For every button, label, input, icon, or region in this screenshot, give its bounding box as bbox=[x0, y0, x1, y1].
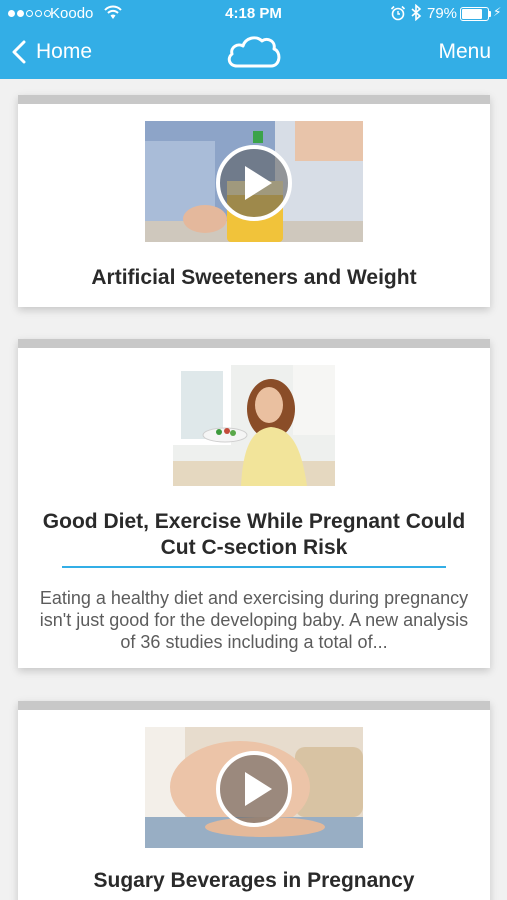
chevron-left-icon bbox=[12, 40, 26, 64]
play-icon[interactable] bbox=[214, 749, 294, 829]
article-card[interactable]: Artificial Sweeteners and Weight bbox=[18, 95, 490, 307]
article-title[interactable]: Artificial Sweeteners and Weight bbox=[28, 265, 480, 291]
back-label: Home bbox=[36, 40, 93, 63]
battery-percent: 79% bbox=[427, 5, 458, 22]
alarm-clock-icon bbox=[390, 5, 406, 21]
charging-bolt-icon: ⚡ bbox=[493, 5, 502, 19]
back-home-button[interactable]: Home bbox=[12, 36, 92, 68]
article-card[interactable]: Sugary Beverages in Pregnancy bbox=[18, 701, 490, 900]
status-bar: Koodo 4:18 PM 79% ⚡ bbox=[0, 0, 507, 28]
video-thumbnail[interactable] bbox=[145, 727, 363, 848]
menu-button[interactable]: Menu bbox=[438, 40, 491, 64]
article-card[interactable]: Good Diet, Exercise While Pregnant Could… bbox=[18, 339, 490, 668]
title-underline bbox=[62, 566, 446, 568]
article-title[interactable]: Good Diet, Exercise While Pregnant Could… bbox=[28, 509, 480, 561]
article-image[interactable] bbox=[173, 365, 335, 486]
article-title[interactable]: Sugary Beverages in Pregnancy bbox=[28, 868, 480, 894]
article-excerpt: Eating a healthy diet and exercising dur… bbox=[39, 588, 469, 652]
cloud-logo-icon[interactable] bbox=[225, 33, 283, 69]
app-header: Koodo 4:18 PM 79% ⚡ Home Menu bbox=[0, 0, 507, 79]
battery-icon bbox=[460, 7, 489, 21]
video-thumbnail[interactable] bbox=[145, 121, 363, 242]
play-icon[interactable] bbox=[214, 143, 294, 223]
bluetooth-icon bbox=[411, 4, 422, 21]
